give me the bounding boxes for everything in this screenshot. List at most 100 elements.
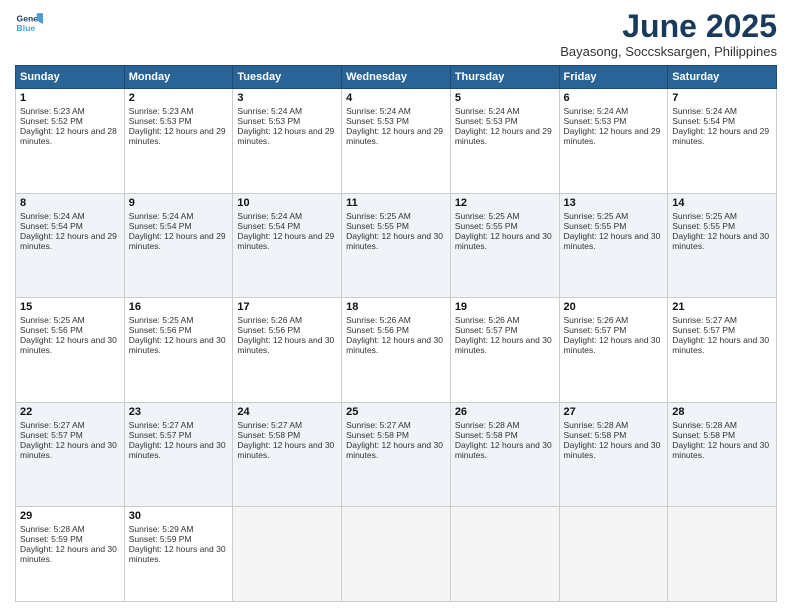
daylight-text: Daylight: 12 hours and 30 minutes. [455, 440, 555, 460]
calendar-cell: 27 Sunrise: 5:28 AMSunset: 5:58 PMDayligh… [559, 402, 668, 507]
sunset-text: Sunset: 5:58 PM [564, 430, 664, 440]
calendar-week-2: 8Sunrise: 5:24 AMSunset: 5:54 PMDaylight… [16, 193, 777, 298]
day-number: 25 [346, 406, 446, 418]
page: General Blue June 2025 Bayasong, Soccsks… [0, 0, 792, 612]
calendar-cell: 3 Sunrise: 5:24 AMSunset: 5:53 PMDaylight… [233, 89, 342, 194]
day-number: 18 [346, 301, 446, 313]
day-number: 6 [564, 92, 664, 104]
calendar-cell [342, 507, 451, 602]
day-number: 7 [672, 92, 772, 104]
sunrise-text: Sunrise: 5:25 AM [455, 211, 555, 221]
daylight-text: Daylight: 12 hours and 30 minutes. [564, 440, 664, 460]
calendar-table: SundayMondayTuesdayWednesdayThursdayFrid… [15, 65, 777, 602]
sunset-text: Sunset: 5:55 PM [346, 221, 446, 231]
logo: General Blue [15, 10, 43, 38]
calendar-week-1: 1Sunrise: 5:23 AMSunset: 5:52 PMDaylight… [16, 89, 777, 194]
calendar-week-5: 29Sunrise: 5:28 AMSunset: 5:59 PMDayligh… [16, 507, 777, 602]
daylight-text: Daylight: 12 hours and 30 minutes. [129, 440, 229, 460]
calendar-cell: 14Sunrise: 5:25 AMSunset: 5:55 PMDayligh… [668, 193, 777, 298]
calendar-cell: 19Sunrise: 5:26 AMSunset: 5:57 PMDayligh… [450, 298, 559, 403]
logo-icon: General Blue [15, 10, 43, 38]
daylight-text: Daylight: 12 hours and 29 minutes. [129, 231, 229, 251]
calendar-cell: 12Sunrise: 5:25 AMSunset: 5:55 PMDayligh… [450, 193, 559, 298]
sunset-text: Sunset: 5:57 PM [564, 325, 664, 335]
sunrise-text: Sunrise: 5:24 AM [455, 106, 555, 116]
day-number: 16 [129, 301, 229, 313]
col-header-friday: Friday [559, 66, 668, 89]
sunrise-text: Sunrise: 5:28 AM [672, 420, 772, 430]
daylight-text: Daylight: 12 hours and 29 minutes. [346, 126, 446, 146]
sunrise-text: Sunrise: 5:25 AM [564, 211, 664, 221]
sunrise-text: Sunrise: 5:24 AM [237, 106, 337, 116]
sunset-text: Sunset: 5:53 PM [346, 116, 446, 126]
day-number: 13 [564, 197, 664, 209]
sunrise-text: Sunrise: 5:27 AM [237, 420, 337, 430]
calendar-cell: 26Sunrise: 5:28 AMSunset: 5:58 PMDayligh… [450, 402, 559, 507]
sunset-text: Sunset: 5:57 PM [672, 325, 772, 335]
sunset-text: Sunset: 5:59 PM [20, 534, 120, 544]
sunset-text: Sunset: 5:55 PM [672, 221, 772, 231]
sunset-text: Sunset: 5:53 PM [237, 116, 337, 126]
day-number: 3 [237, 92, 337, 104]
sunset-text: Sunset: 5:55 PM [455, 221, 555, 231]
daylight-text: Daylight: 12 hours and 30 minutes. [672, 440, 772, 460]
daylight-text: Daylight: 12 hours and 29 minutes. [672, 126, 772, 146]
sunset-text: Sunset: 5:53 PM [564, 116, 664, 126]
day-number: 23 [129, 406, 229, 418]
calendar-cell: 15Sunrise: 5:25 AMSunset: 5:56 PMDayligh… [16, 298, 125, 403]
col-header-monday: Monday [124, 66, 233, 89]
col-header-tuesday: Tuesday [233, 66, 342, 89]
calendar-cell: 11Sunrise: 5:25 AMSunset: 5:55 PMDayligh… [342, 193, 451, 298]
calendar-week-4: 22Sunrise: 5:27 AMSunset: 5:57 PMDayligh… [16, 402, 777, 507]
sunset-text: Sunset: 5:54 PM [237, 221, 337, 231]
calendar-cell: 20Sunrise: 5:26 AMSunset: 5:57 PMDayligh… [559, 298, 668, 403]
calendar-cell: 18Sunrise: 5:26 AMSunset: 5:56 PMDayligh… [342, 298, 451, 403]
calendar-cell: 22Sunrise: 5:27 AMSunset: 5:57 PMDayligh… [16, 402, 125, 507]
calendar-cell: 28Sunrise: 5:28 AMSunset: 5:58 PMDayligh… [668, 402, 777, 507]
sunset-text: Sunset: 5:58 PM [672, 430, 772, 440]
calendar-cell [450, 507, 559, 602]
day-number: 27 [564, 406, 664, 418]
day-number: 10 [237, 197, 337, 209]
day-number: 17 [237, 301, 337, 313]
daylight-text: Daylight: 12 hours and 30 minutes. [346, 335, 446, 355]
daylight-text: Daylight: 12 hours and 30 minutes. [20, 335, 120, 355]
calendar-cell: 17 Sunrise: 5:26 AMSunset: 5:56 PMDayligh… [233, 298, 342, 403]
daylight-text: Daylight: 12 hours and 29 minutes. [237, 126, 337, 146]
day-number: 30 [129, 510, 229, 522]
sunset-text: Sunset: 5:58 PM [346, 430, 446, 440]
sunset-text: Sunset: 5:57 PM [455, 325, 555, 335]
sunset-text: Sunset: 5:56 PM [237, 325, 337, 335]
sunset-text: Sunset: 5:56 PM [346, 325, 446, 335]
sunset-text: Sunset: 5:53 PM [129, 116, 229, 126]
daylight-text: Daylight: 12 hours and 30 minutes. [20, 440, 120, 460]
sunrise-text: Sunrise: 5:29 AM [129, 524, 229, 534]
day-number: 22 [20, 406, 120, 418]
sunrise-text: Sunrise: 5:28 AM [564, 420, 664, 430]
daylight-text: Daylight: 12 hours and 30 minutes. [346, 231, 446, 251]
sunset-text: Sunset: 5:58 PM [237, 430, 337, 440]
sunrise-text: Sunrise: 5:23 AM [129, 106, 229, 116]
day-number: 24 [237, 406, 337, 418]
col-header-wednesday: Wednesday [342, 66, 451, 89]
day-number: 20 [564, 301, 664, 313]
calendar-cell [233, 507, 342, 602]
calendar-cell: 25Sunrise: 5:27 AMSunset: 5:58 PMDayligh… [342, 402, 451, 507]
sunrise-text: Sunrise: 5:27 AM [20, 420, 120, 430]
day-number: 1 [20, 92, 120, 104]
daylight-text: Daylight: 12 hours and 30 minutes. [564, 231, 664, 251]
header: General Blue June 2025 Bayasong, Soccsks… [15, 10, 777, 59]
sunrise-text: Sunrise: 5:26 AM [237, 315, 337, 325]
daylight-text: Daylight: 12 hours and 30 minutes. [237, 335, 337, 355]
daylight-text: Daylight: 12 hours and 28 minutes. [20, 126, 120, 146]
daylight-text: Daylight: 12 hours and 30 minutes. [455, 231, 555, 251]
calendar-cell: 30Sunrise: 5:29 AMSunset: 5:59 PMDayligh… [124, 507, 233, 602]
daylight-text: Daylight: 12 hours and 30 minutes. [237, 440, 337, 460]
calendar-cell: 16Sunrise: 5:25 AMSunset: 5:56 PMDayligh… [124, 298, 233, 403]
daylight-text: Daylight: 12 hours and 29 minutes. [455, 126, 555, 146]
month-title: June 2025 [560, 10, 777, 42]
day-number: 29 [20, 510, 120, 522]
location: Bayasong, Soccsksargen, Philippines [560, 44, 777, 59]
daylight-text: Daylight: 12 hours and 30 minutes. [129, 544, 229, 564]
day-number: 2 [129, 92, 229, 104]
